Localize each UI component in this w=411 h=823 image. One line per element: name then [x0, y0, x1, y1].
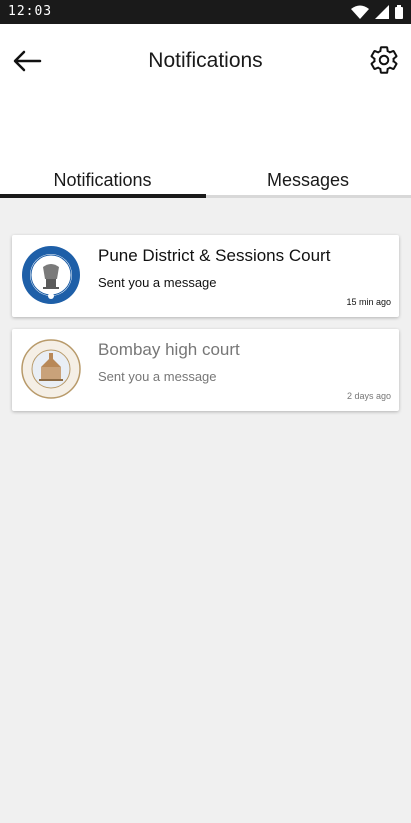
- tab-notifications[interactable]: Notifications: [0, 164, 205, 197]
- gear-icon: [370, 46, 398, 74]
- notification-message: Sent you a message: [98, 369, 217, 384]
- sender-name: Bombay high court: [98, 340, 240, 359]
- active-tab-indicator: [0, 194, 206, 198]
- sender-name: Pune District & Sessions Court: [98, 246, 331, 265]
- wifi-icon: [351, 5, 369, 19]
- status-time: 12:03: [8, 4, 53, 19]
- notification-item[interactable]: Bombay high court Sent you a message 2 d…: [12, 329, 399, 411]
- app-header: Notifications Notifications Messages: [0, 24, 411, 198]
- notification-item[interactable]: Pune District & Sessions Court Sent you …: [12, 235, 399, 317]
- status-icons: [351, 5, 403, 19]
- battery-icon: [395, 5, 403, 19]
- signal-icon: [375, 5, 389, 19]
- page-title: Notifications: [148, 49, 263, 72]
- tab-messages[interactable]: Messages: [205, 164, 411, 197]
- settings-button[interactable]: [367, 42, 401, 78]
- tab-divider: [206, 195, 411, 198]
- status-bar: 12:03: [0, 0, 411, 24]
- high-court-seal-icon: [21, 339, 81, 399]
- notification-time: 2 days ago: [346, 391, 391, 401]
- notification-time: 15 min ago: [346, 297, 391, 307]
- district-court-seal-icon: [22, 246, 80, 304]
- tab-bar: Notifications Messages: [0, 164, 411, 198]
- notification-message: Sent you a message: [98, 275, 217, 290]
